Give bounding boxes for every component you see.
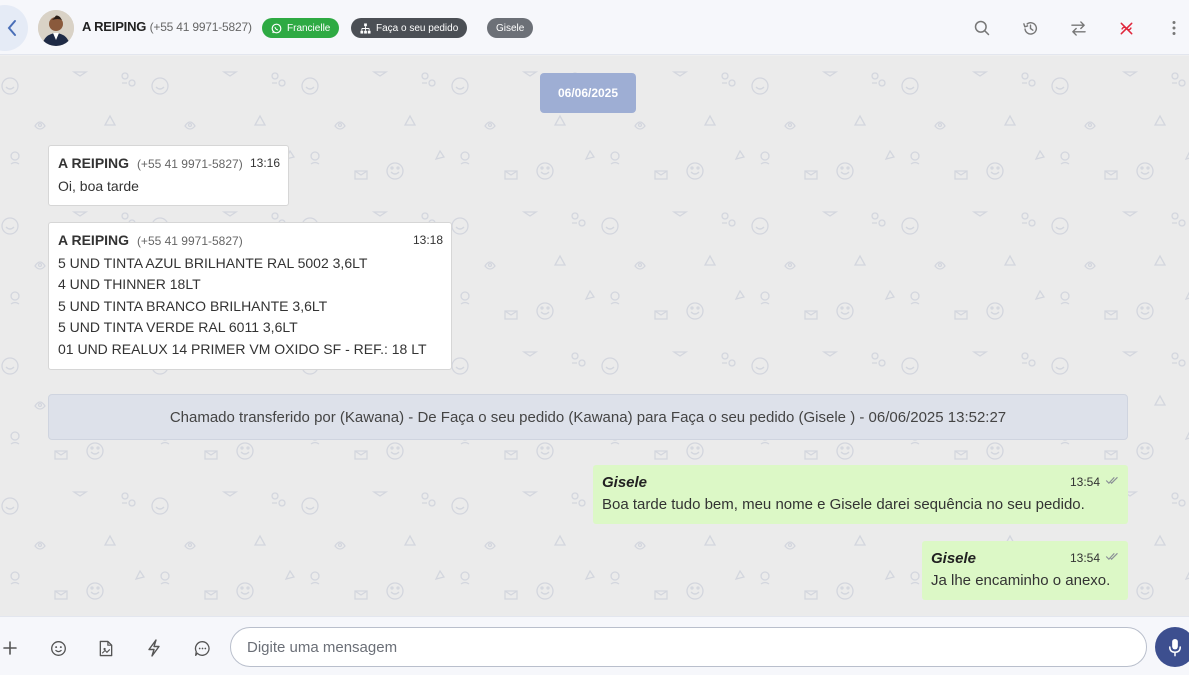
message-sender-phone: (+55 41 9971-5827) bbox=[136, 157, 243, 171]
quick-reply-button[interactable] bbox=[143, 637, 165, 659]
file-button[interactable] bbox=[95, 637, 117, 659]
message-sender: A REIPING bbox=[58, 155, 130, 171]
voice-record-button[interactable] bbox=[1155, 627, 1189, 667]
emoji-icon bbox=[50, 640, 66, 656]
plus-icon bbox=[3, 641, 17, 655]
date-separator: 06/06/2025 bbox=[540, 73, 636, 113]
tag-user[interactable]: Gisele bbox=[487, 18, 534, 38]
tag-queue[interactable]: Faça o seu pedido bbox=[351, 18, 468, 38]
chat-bubble-icon bbox=[194, 640, 210, 656]
close-ticket-button[interactable] bbox=[1115, 17, 1137, 39]
transfer-button[interactable] bbox=[1067, 17, 1089, 39]
file-icon bbox=[99, 640, 113, 656]
message-sender: Gisele bbox=[931, 550, 977, 567]
message-incoming[interactable]: A REIPING (+55 41 9971-5827) 13:16 Oi, b… bbox=[48, 145, 289, 206]
chat-area[interactable]: 06/06/2025 A REIPING (+55 41 9971-5827) … bbox=[0, 56, 1189, 616]
message-text: Boa tarde tudo bem, meu nome e Gisele da… bbox=[602, 495, 1085, 513]
composer-bar bbox=[0, 616, 1189, 675]
message-outgoing[interactable]: Gisele 13:54 Boa tarde tudo bem, meu nom… bbox=[593, 465, 1128, 524]
message-incoming[interactable]: A REIPING (+55 41 9971-5827) 13:18 5 UND… bbox=[48, 222, 452, 370]
message-time: 13:16 bbox=[249, 156, 280, 170]
message-text-line: 4 UND THINNER 18LT bbox=[58, 276, 201, 293]
more-options-button[interactable] bbox=[1163, 17, 1185, 39]
emoji-button[interactable] bbox=[47, 637, 69, 659]
whatsapp-icon bbox=[271, 23, 282, 33]
tag-user-label: Gisele bbox=[496, 22, 525, 34]
attach-plus-button[interactable] bbox=[0, 637, 21, 659]
double-check-icon bbox=[1105, 476, 1118, 485]
message-text: Oi, boa tarde bbox=[58, 177, 139, 194]
contact-name-text: A REIPING bbox=[82, 19, 147, 34]
tag-connection-label: Francielle bbox=[287, 22, 331, 34]
message-text-line: 5 UND TINTA BRANCO BRILHANTE 3,6LT bbox=[58, 297, 328, 314]
contact-phone: (+55 41 9971-5827) bbox=[149, 20, 252, 34]
history-button[interactable] bbox=[1019, 17, 1041, 39]
quick-reply-icon bbox=[148, 639, 160, 657]
message-sender-phone: (+55 41 9971-5827) bbox=[136, 234, 243, 248]
tag-queue-label: Faça o seu pedido bbox=[376, 22, 459, 34]
message-text-line: 01 UND REALUX 14 PRIMER VM OXIDO SF - RE… bbox=[58, 340, 427, 357]
message-input[interactable] bbox=[230, 627, 1147, 667]
contact-name[interactable]: A REIPING (+55 41 9971-5827) bbox=[82, 19, 252, 34]
more-vert-icon bbox=[1172, 21, 1176, 35]
tag-connection[interactable]: Francielle bbox=[262, 18, 340, 38]
sitemap-icon bbox=[360, 22, 371, 34]
chevron-left-icon bbox=[7, 20, 16, 36]
message-templates-button[interactable] bbox=[191, 637, 213, 659]
mic-icon bbox=[1169, 638, 1181, 656]
message-time: 13:54 bbox=[1069, 475, 1100, 489]
close-ticket-icon bbox=[1120, 22, 1132, 34]
message-text: Ja lhe encaminho o anexo. bbox=[931, 571, 1111, 589]
message-sender: Gisele bbox=[602, 474, 648, 491]
message-outgoing[interactable]: Gisele 13:54 Ja lhe encaminho o anexo. bbox=[922, 541, 1128, 600]
message-text-line: 5 UND TINTA AZUL BRILHANTE RAL 5002 3,6L… bbox=[58, 254, 368, 271]
message-text-line: 5 UND TINTA VERDE RAL 6011 3,6LT bbox=[58, 319, 298, 336]
message-time: 13:54 bbox=[1069, 551, 1100, 565]
chat-header: A REIPING (+55 41 9971-5827) Francielle … bbox=[0, 0, 1189, 55]
back-button[interactable] bbox=[0, 5, 28, 51]
system-transfer-message: Chamado transferido por (Kawana) - De Fa… bbox=[48, 394, 1128, 440]
transfer-icon bbox=[1070, 20, 1086, 36]
search-icon bbox=[974, 20, 990, 36]
double-check-icon bbox=[1105, 552, 1118, 561]
history-icon bbox=[1022, 21, 1037, 35]
contact-avatar[interactable] bbox=[38, 10, 74, 46]
search-button[interactable] bbox=[971, 17, 993, 39]
message-sender: A REIPING bbox=[58, 232, 130, 248]
message-time: 13:18 bbox=[412, 233, 443, 247]
